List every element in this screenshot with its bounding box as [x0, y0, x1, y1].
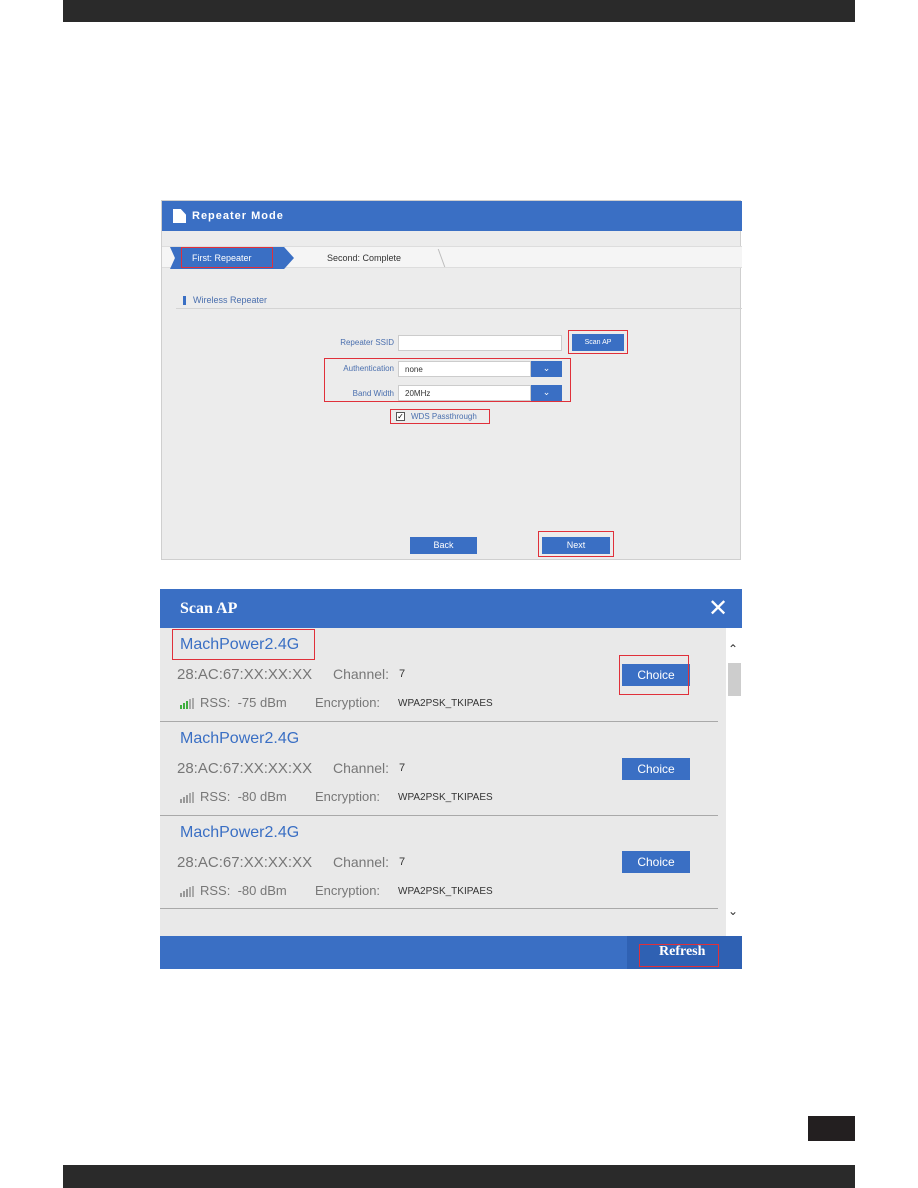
page-title: Repeater Mode — [192, 210, 284, 222]
ap-mac: 28:AC:67:XX:XX:XX — [177, 666, 313, 683]
repeater-mode-screenshot: Repeater Mode First: Repeater Second: Co… — [161, 200, 742, 560]
ap-ssid[interactable]: MachPower2.4G — [180, 824, 299, 842]
list-item: MachPower2.4G 28:AC:67:XX:XX:XX Channel:… — [160, 628, 718, 722]
divider — [176, 308, 742, 309]
choice-button[interactable]: Choice — [622, 851, 690, 873]
rss-label-text: RSS: — [200, 695, 231, 710]
section-title: Wireless Repeater — [193, 295, 268, 305]
signal-icon — [180, 886, 194, 897]
dialog-title: Scan AP — [180, 600, 238, 617]
chevron-up-icon[interactable]: ⌃ — [728, 642, 738, 656]
channel-value: 7 — [399, 856, 406, 868]
list-item: MachPower2.4G 28:AC:67:XX:XX:XX Channel:… — [160, 722, 718, 816]
highlight-box — [172, 629, 315, 660]
encryption-value: WPA2PSK_TKIPAES — [398, 698, 493, 709]
choice-button[interactable]: Choice — [622, 758, 690, 780]
rss-label: RSS: -80 dBm — [200, 789, 287, 804]
rss-label-text: RSS: — [200, 883, 231, 898]
highlight-box — [619, 655, 689, 695]
highlight-box — [568, 330, 628, 354]
channel-value: 7 — [399, 762, 406, 774]
back-button[interactable]: Back — [410, 537, 477, 554]
repeater-mode-header: Repeater Mode — [162, 201, 742, 231]
step-second[interactable]: Second: Complete — [327, 253, 401, 263]
dialog-footer: Refresh — [160, 936, 742, 969]
channel-label: Channel: — [333, 666, 390, 682]
scan-ap-screenshot: Scan AP ✕ MachPower2.4G 28:AC:67:XX:XX:X… — [160, 589, 742, 969]
chevron-down-icon[interactable]: ⌄ — [728, 904, 738, 918]
encryption-label: Encryption: — [315, 695, 381, 710]
scrollbar[interactable]: ⌃ ⌄ — [726, 628, 742, 936]
list-item: MachPower2.4G 28:AC:67:XX:XX:XX Channel:… — [160, 816, 718, 909]
step-bar: First: Repeater Second: Complete — [162, 246, 742, 269]
rss-value: -80 dBm — [237, 883, 287, 898]
header-band — [63, 0, 855, 22]
signal-icon — [180, 792, 194, 803]
encryption-value: WPA2PSK_TKIPAES — [398, 886, 493, 897]
ap-ssid[interactable]: MachPower2.4G — [180, 730, 299, 748]
encryption-label: Encryption: — [315, 789, 381, 804]
section-marker — [183, 296, 186, 305]
close-icon[interactable]: ✕ — [708, 597, 728, 621]
highlight-box — [181, 247, 273, 268]
encryption-label: Encryption: — [315, 883, 381, 898]
ap-mac: 28:AC:67:XX:XX:XX — [177, 760, 313, 777]
highlight-box — [639, 944, 719, 967]
ssid-label: Repeater SSID — [340, 338, 394, 347]
highlight-box — [390, 409, 490, 424]
highlight-box — [324, 358, 571, 402]
encryption-value: WPA2PSK_TKIPAES — [398, 792, 493, 803]
channel-label: Channel: — [333, 854, 390, 870]
channel-value: 7 — [399, 668, 406, 680]
rss-value: -75 dBm — [237, 695, 287, 710]
step-divider — [426, 249, 446, 267]
ap-mac: 28:AC:67:XX:XX:XX — [177, 854, 313, 871]
page-number-box — [808, 1116, 855, 1141]
highlight-box — [538, 531, 614, 557]
rss-label: RSS: -75 dBm — [200, 695, 287, 710]
rss-value: -80 dBm — [237, 789, 287, 804]
channel-label: Channel: — [333, 760, 390, 776]
footer-band — [63, 1165, 855, 1188]
ssid-input[interactable] — [398, 335, 562, 351]
repeater-icon — [173, 209, 186, 223]
rss-label: RSS: -80 dBm — [200, 883, 287, 898]
rss-label-text: RSS: — [200, 789, 231, 804]
scrollbar-thumb[interactable] — [728, 663, 741, 696]
scan-ap-header: Scan AP — [160, 589, 742, 628]
signal-icon — [180, 698, 194, 709]
